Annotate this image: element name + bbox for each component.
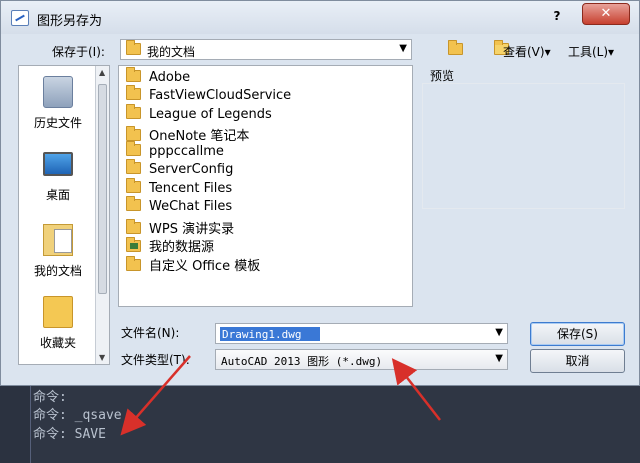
list-item[interactable]: ServerConfig [126, 159, 233, 180]
filename-dropdown[interactable]: ▼ [215, 323, 508, 344]
folder-icon [126, 141, 141, 156]
list-item[interactable]: WPS 演讲实录 [126, 218, 234, 237]
view-menu-button[interactable]: 查看(V)▾ [503, 43, 551, 60]
screen: 图形另存为 ? ✕ 保存于(I): 我的文档 ▼ 查看(V)▾ 工具(L)▾ 历… [0, 0, 640, 463]
folder-icon [126, 104, 141, 119]
scroll-down-icon[interactable]: ▼ [99, 353, 105, 362]
list-item[interactable]: 我的数据源 [126, 236, 214, 255]
dialog-title: 图形另存为 [37, 14, 103, 29]
favorites-icon [43, 296, 73, 328]
places-bar: 历史文件 桌面 我的文档 收藏夹 ▲ ▼ [18, 65, 110, 365]
folder-icon [126, 178, 141, 193]
tools-menu-button[interactable]: 工具(L)▾ [568, 43, 614, 60]
command-line: 命令: _qsave [33, 408, 122, 423]
filename-label: 文件名(N): [121, 326, 180, 340]
autocad-app-icon [11, 10, 29, 26]
title-bar: 图形另存为 ? ✕ [1, 1, 639, 34]
up-folder-icon[interactable] [448, 40, 463, 55]
preview-pane [422, 83, 625, 209]
command-side-strip [0, 386, 30, 463]
file-list: Adobe FastViewCloudService League of Leg… [118, 65, 413, 307]
place-my-documents[interactable]: 我的文档 [19, 224, 97, 279]
folder-icon [126, 67, 141, 82]
scrollbar-thumb[interactable] [98, 84, 107, 294]
list-item[interactable]: Tencent Files [126, 178, 232, 199]
help-button[interactable]: ? [546, 7, 568, 25]
desktop-icon [43, 152, 73, 176]
place-favorites[interactable]: 收藏夹 [19, 296, 97, 351]
save-as-dialog: 图形另存为 ? ✕ 保存于(I): 我的文档 ▼ 查看(V)▾ 工具(L)▾ 历… [0, 0, 640, 386]
my-documents-icon [43, 224, 73, 256]
place-label: 我的文档 [33, 264, 82, 278]
command-line: 命令: [33, 390, 67, 405]
folder-icon [126, 85, 141, 100]
filetype-dropdown[interactable]: AutoCAD 2013 图形 (*.dwg) ▼ [215, 349, 508, 370]
places-scrollbar[interactable]: ▲ ▼ [95, 66, 109, 364]
folder-icon [126, 256, 141, 271]
filetype-label: 文件类型(T): [121, 353, 190, 367]
history-icon [43, 76, 73, 108]
place-label: 历史文件 [33, 116, 82, 130]
list-item[interactable]: 自定义 Office 模板 [126, 255, 260, 274]
filename-input[interactable] [220, 327, 320, 341]
scroll-up-icon[interactable]: ▲ [99, 68, 105, 77]
folder-icon [126, 219, 141, 234]
place-desktop[interactable]: 桌面 [19, 152, 97, 203]
list-item[interactable]: League of Legends [126, 104, 272, 125]
preview-label: 预览 [430, 69, 455, 83]
save-button[interactable]: 保存(S) [530, 322, 625, 346]
list-item[interactable]: WeChat Files [126, 196, 232, 217]
place-label: 收藏夹 [39, 336, 76, 350]
folder-icon [126, 40, 141, 55]
list-item[interactable]: pppccallme [126, 141, 224, 162]
filetype-value: AutoCAD 2013 图形 (*.dwg) [221, 355, 383, 368]
folder-icon [126, 126, 141, 141]
place-history[interactable]: 历史文件 [19, 76, 97, 131]
list-item[interactable]: OneNote 笔记本 [126, 125, 249, 144]
chevron-down-icon: ▼ [399, 43, 407, 54]
folder-icon [126, 159, 141, 174]
cancel-button[interactable]: 取消 [530, 349, 625, 373]
command-history: 命令: 命令: _qsave 命令: SAVE [30, 386, 640, 463]
folder-icon [126, 196, 141, 211]
chevron-down-icon[interactable]: ▼ [495, 327, 503, 338]
close-button[interactable]: ✕ [582, 3, 630, 25]
list-item[interactable]: FastViewCloudService [126, 85, 291, 106]
save-in-value: 我的文档 [147, 45, 196, 59]
command-line: 命令: SAVE [33, 427, 106, 442]
data-source-folder-icon [126, 237, 141, 252]
save-in-dropdown[interactable]: 我的文档 ▼ [120, 39, 412, 60]
chevron-down-icon: ▼ [495, 353, 503, 364]
save-in-label: 保存于(I): [52, 45, 105, 59]
place-label: 桌面 [45, 188, 70, 202]
list-item[interactable]: Adobe [126, 67, 190, 88]
